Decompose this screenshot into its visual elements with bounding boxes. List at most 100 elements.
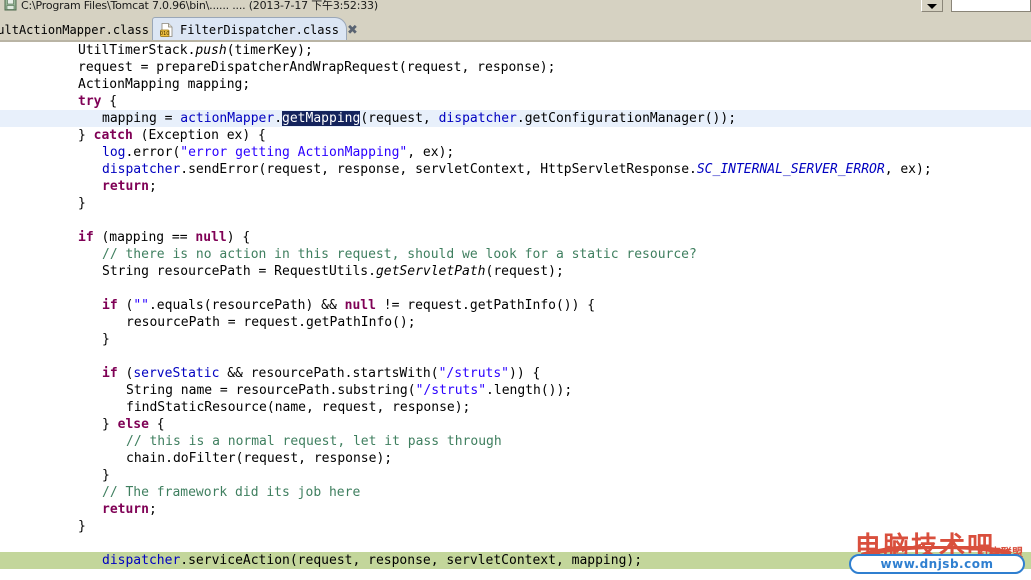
code-token: mapping = bbox=[102, 111, 181, 126]
code-line[interactable]: } else { bbox=[0, 416, 1031, 433]
code-token: if bbox=[78, 230, 94, 245]
code-token: ( bbox=[117, 366, 134, 381]
code-line[interactable]: // there is no action in this request, s… bbox=[0, 246, 1031, 263]
code-line[interactable]: request = prepareDispatcherAndWrapReques… bbox=[0, 59, 1031, 76]
code-token: , ex); bbox=[884, 162, 932, 177]
title-right-field[interactable] bbox=[951, 0, 1031, 12]
code-token: .equals(resourcePath) && bbox=[148, 298, 345, 313]
code-line[interactable]: // this is a normal request, let it pass… bbox=[0, 433, 1031, 450]
code-line[interactable]: } bbox=[0, 467, 1031, 484]
code-token: log bbox=[102, 145, 126, 160]
code-token: push bbox=[195, 43, 227, 58]
code-token: ; bbox=[148, 179, 157, 194]
code-line[interactable]: dispatcher.sendError(request, response, … bbox=[0, 161, 1031, 178]
code-token: "" bbox=[133, 298, 149, 313]
code-line[interactable]: String name = resourcePath.substring("/s… bbox=[0, 382, 1031, 399]
code-token: } bbox=[102, 332, 110, 347]
code-token: ) { bbox=[226, 230, 251, 245]
code-lines-container: UtilTimerStack.push(timerKey); request = … bbox=[0, 42, 1031, 569]
code-token: } bbox=[78, 196, 86, 211]
svg-text:010: 010 bbox=[160, 31, 170, 37]
tab-label: ultActionMapper.class bbox=[0, 22, 149, 37]
tab-default-action-mapper[interactable]: ultActionMapper.class bbox=[0, 17, 156, 42]
code-token: // this is a normal request, let it pass… bbox=[126, 434, 502, 449]
code-token: { bbox=[148, 417, 165, 432]
code-token: request = prepareDispatcherAndWrapReques… bbox=[78, 60, 556, 75]
code-line[interactable]: chain.doFilter(request, response); bbox=[0, 450, 1031, 467]
code-line[interactable]: // The framework did its job here bbox=[0, 484, 1031, 501]
tab-filter-dispatcher[interactable]: 010 FilterDispatcher.class ✖ bbox=[152, 17, 358, 42]
code-token: (timerKey); bbox=[226, 43, 313, 58]
code-token: if bbox=[102, 298, 118, 313]
code-token: dispatcher bbox=[438, 111, 517, 126]
class-file-icon: 010 bbox=[159, 22, 175, 38]
code-line[interactable]: log.error("error getting ActionMapping",… bbox=[0, 144, 1031, 161]
code-line[interactable]: if (serveStatic && resourcePath.startsWi… bbox=[0, 365, 1031, 382]
code-line[interactable]: String resourcePath = RequestUtils.getSe… bbox=[0, 263, 1031, 280]
code-token: ActionMapping mapping; bbox=[78, 77, 251, 92]
code-token: . bbox=[274, 111, 283, 126]
code-line[interactable]: resourcePath = request.getPathInfo(); bbox=[0, 314, 1031, 331]
code-token: // there is no action in this request, s… bbox=[102, 247, 697, 262]
code-token: .getConfigurationManager()); bbox=[516, 111, 737, 126]
code-line[interactable] bbox=[0, 280, 1031, 297]
code-token: , ex); bbox=[407, 145, 455, 160]
close-icon[interactable]: ✖ bbox=[347, 24, 358, 37]
code-token: chain.doFilter(request, response); bbox=[126, 451, 393, 466]
code-token: SC_INTERNAL_SERVER_ERROR bbox=[696, 162, 885, 177]
code-line[interactable]: return; bbox=[0, 178, 1031, 195]
code-token: "error getting ActionMapping" bbox=[180, 145, 408, 160]
code-token: (Exception ex) { bbox=[132, 128, 266, 143]
code-line[interactable]: } catch (Exception ex) { bbox=[0, 127, 1031, 144]
code-token: actionMapper bbox=[180, 111, 275, 126]
code-token: .length()); bbox=[486, 383, 573, 398]
code-token: getServletPath bbox=[375, 264, 486, 279]
code-line[interactable]: return; bbox=[0, 501, 1031, 518]
window-title-bar: C:\Program Files\Tomcat 7.0.96\bin\.....… bbox=[0, 0, 1031, 14]
code-token: (mapping == bbox=[93, 230, 196, 245]
code-line[interactable]: if (mapping == null) { bbox=[0, 229, 1031, 246]
code-token: catch bbox=[93, 128, 133, 143]
code-editor[interactable]: UtilTimerStack.push(timerKey); request = … bbox=[0, 42, 1031, 580]
code-token: ; bbox=[148, 502, 157, 517]
code-token: "/struts" bbox=[415, 383, 487, 398]
code-token: .serviceAction(request, response, servle… bbox=[180, 553, 643, 568]
selected-token: getMapping bbox=[282, 111, 361, 126]
code-token: dispatcher bbox=[102, 553, 181, 568]
code-line[interactable] bbox=[0, 212, 1031, 229]
code-line[interactable] bbox=[0, 348, 1031, 365]
code-token: try bbox=[78, 94, 102, 109]
title-dropdown-button[interactable] bbox=[921, 0, 943, 12]
code-token: // The framework did its job here bbox=[102, 485, 361, 500]
code-line[interactable]: } bbox=[0, 518, 1031, 535]
code-token: UtilTimerStack. bbox=[78, 43, 196, 58]
code-token: null bbox=[344, 298, 376, 313]
code-token: findStaticResource(name, request, respon… bbox=[126, 400, 471, 415]
code-token: } bbox=[102, 468, 110, 483]
code-line[interactable] bbox=[0, 535, 1031, 552]
code-token: )) { bbox=[509, 366, 541, 381]
code-token: null bbox=[195, 230, 227, 245]
code-line[interactable]: findStaticResource(name, request, respon… bbox=[0, 399, 1031, 416]
code-line[interactable]: try { bbox=[0, 93, 1031, 110]
code-token: } bbox=[102, 417, 118, 432]
code-line[interactable]: } bbox=[0, 331, 1031, 348]
tab-label: FilterDispatcher.class bbox=[180, 23, 339, 37]
code-token: } bbox=[78, 519, 86, 534]
code-token: { bbox=[101, 94, 118, 109]
code-line[interactable]: mapping = actionMapper.getMapping(reques… bbox=[0, 110, 1031, 127]
code-line[interactable]: dispatcher.serviceAction(request, respon… bbox=[0, 552, 1031, 569]
code-token: else bbox=[117, 417, 149, 432]
code-line[interactable]: ActionMapping mapping; bbox=[0, 76, 1031, 93]
code-line[interactable]: if ("".equals(resourcePath) && null != r… bbox=[0, 297, 1031, 314]
code-token: String name = resourcePath.substring( bbox=[126, 383, 416, 398]
code-line[interactable]: } bbox=[0, 195, 1031, 212]
code-token: .error( bbox=[125, 145, 181, 160]
code-token: != request.getPathInfo()) { bbox=[375, 298, 596, 313]
chevron-down-icon bbox=[927, 4, 937, 9]
code-line[interactable]: UtilTimerStack.push(timerKey); bbox=[0, 42, 1031, 59]
code-token: return bbox=[102, 502, 149, 517]
code-token: if bbox=[102, 366, 118, 381]
code-token: && resourcePath.startsWith( bbox=[219, 366, 439, 381]
code-token: "/struts" bbox=[438, 366, 510, 381]
